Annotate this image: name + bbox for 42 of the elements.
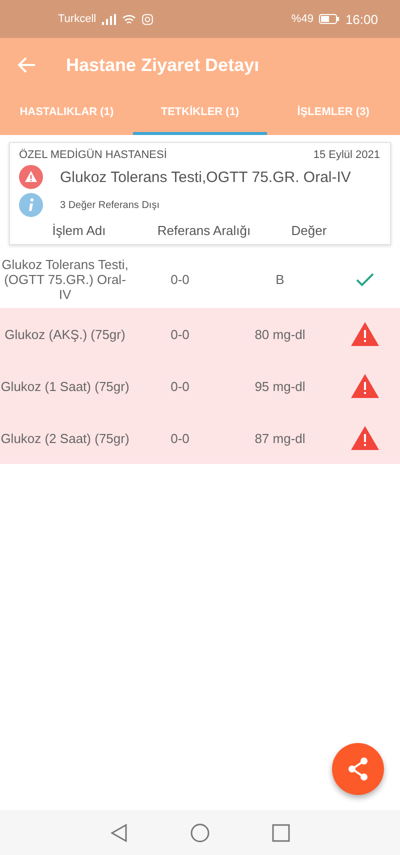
share-icon bbox=[347, 757, 369, 781]
back-arrow-icon bbox=[18, 57, 36, 73]
battery-icon bbox=[319, 14, 340, 24]
column-header: Değer bbox=[290, 223, 328, 238]
wifi-icon bbox=[122, 14, 136, 24]
table-cell: 95 mg-dl bbox=[254, 378, 306, 394]
warning-icon bbox=[351, 426, 379, 450]
table-cell: 80 mg-dl bbox=[254, 326, 306, 342]
camera-icon bbox=[142, 14, 154, 24]
tab[interactable]: HASTALIKLAR (1) bbox=[0, 92, 134, 135]
table-cell: Glukoz (2 Saat) (75gr) bbox=[0, 430, 130, 446]
table-cell: 0-0 bbox=[170, 430, 190, 446]
table-cell: 0-0 bbox=[170, 326, 190, 342]
table-cell-text: Glukoz Tolerans Testi,(OGTT 75.GR.) Oral-IV bbox=[0, 257, 130, 302]
warning-icon bbox=[351, 374, 379, 398]
table-cell: Glukoz (AKŞ.) (75gr) bbox=[4, 326, 126, 342]
signal-icon bbox=[102, 14, 116, 24]
back-nav-button[interactable] bbox=[110, 822, 128, 842]
test-name: Glukoz Tolerans Testi,OGTT 75.GR. Oral-IV bbox=[60, 168, 351, 186]
info-icon bbox=[19, 193, 43, 217]
home-nav-button[interactable] bbox=[190, 822, 210, 842]
table-cell: Glukoz (1 Saat) (75gr) bbox=[0, 378, 130, 394]
visit-date: 15 Eylül 2021 bbox=[313, 149, 380, 161]
column-header: İşlem Adı bbox=[51, 223, 107, 238]
table-cell: B bbox=[276, 272, 284, 287]
out-of-range-note: 3 Değer Referans Dışı bbox=[60, 200, 160, 210]
warning-icon bbox=[351, 322, 379, 346]
battery-level: %49 bbox=[291, 13, 314, 25]
hospital-name: ÖZEL MEDİGÜN HASTANESİ bbox=[19, 149, 167, 161]
table-cell: 87 mg-dl bbox=[254, 430, 306, 446]
carrier-name: Turkcell bbox=[58, 13, 96, 25]
tab[interactable]: İŞLEMLER (3) bbox=[266, 92, 400, 135]
warning-icon bbox=[19, 165, 43, 189]
recents-nav-button[interactable] bbox=[272, 824, 290, 842]
tab[interactable]: TETKİKLER (1) bbox=[133, 92, 267, 135]
column-header: Referans Aralığı bbox=[156, 223, 252, 238]
table-cell: 0-0 bbox=[170, 272, 190, 287]
table-cell: 0-0 bbox=[170, 378, 190, 394]
clock: 16:00 bbox=[345, 12, 378, 26]
screen-title: Hastane Ziyaret Detayı bbox=[66, 54, 260, 76]
checkmark-icon bbox=[356, 272, 374, 286]
share-button[interactable] bbox=[332, 743, 384, 795]
